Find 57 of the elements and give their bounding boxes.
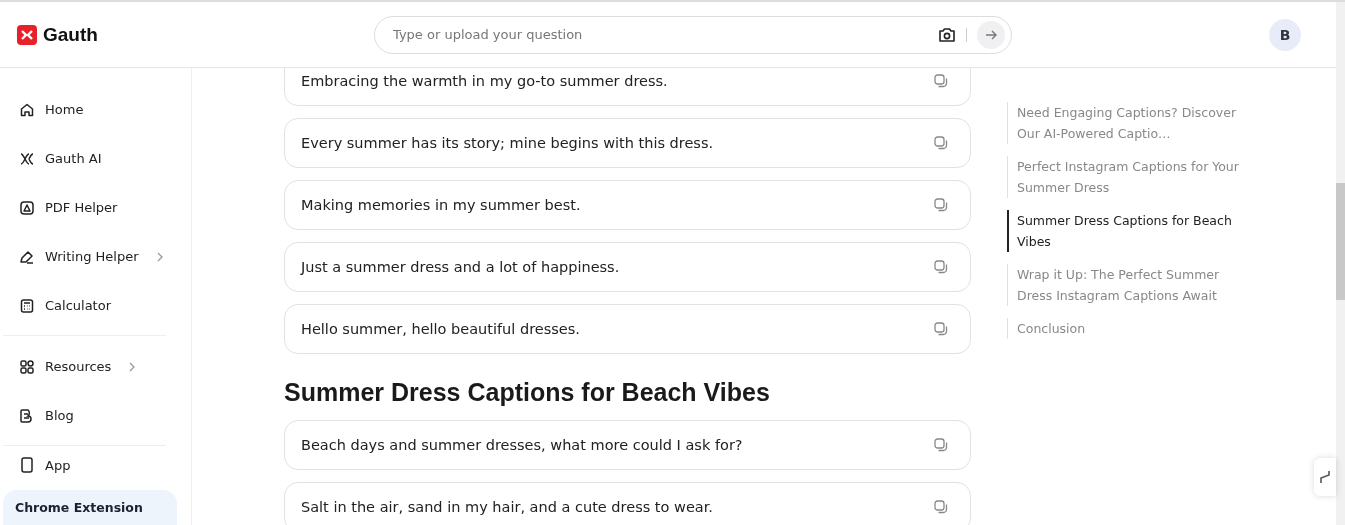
caption-text: Every summer has its story; mine begins with this dress. bbox=[301, 135, 714, 151]
nav-label: Home bbox=[45, 102, 84, 117]
submit-button[interactable] bbox=[977, 20, 1005, 49]
copy-icon[interactable] bbox=[934, 322, 948, 336]
copy-icon[interactable] bbox=[934, 500, 948, 514]
nav-label: Blog bbox=[45, 408, 74, 423]
copy-icon[interactable] bbox=[934, 260, 948, 274]
chevron-icon bbox=[129, 361, 136, 372]
nav-label: Calculator bbox=[45, 298, 111, 313]
nav-item[interactable]: Calculator bbox=[0, 281, 191, 330]
caption-text: Beach days and summer dresses, what more could I ask for? bbox=[301, 437, 743, 453]
nav-item[interactable]: PDF Helper bbox=[0, 183, 191, 232]
pen-icon bbox=[19, 248, 35, 265]
calculator-icon bbox=[19, 297, 35, 314]
blog-icon bbox=[19, 407, 35, 424]
nav-item[interactable]: Home bbox=[0, 85, 191, 134]
copy-icon[interactable] bbox=[934, 438, 948, 452]
nav-label: Writing Helper bbox=[45, 249, 139, 264]
nav-item[interactable]: App bbox=[0, 452, 191, 478]
copy-icon[interactable] bbox=[934, 198, 948, 212]
copy-icon[interactable] bbox=[934, 74, 948, 88]
nav-label: PDF Helper bbox=[45, 200, 118, 215]
chrome-extension-banner[interactable]: Chrome Extension bbox=[3, 490, 177, 525]
home-icon bbox=[19, 101, 35, 118]
copy-icon[interactable] bbox=[934, 136, 948, 150]
toc-link[interactable]: Summer Dress Captions for Beach Vibes bbox=[1007, 210, 1243, 252]
nav-item[interactable]: Writing Helper bbox=[0, 232, 191, 281]
caption-text: Just a summer dress and a lot of happiness. bbox=[301, 259, 620, 275]
floating-tool-button[interactable] bbox=[1314, 458, 1336, 496]
brand-name[interactable]: Gauth bbox=[43, 23, 98, 46]
arrow-icon bbox=[985, 28, 997, 41]
scrollbar-thumb[interactable] bbox=[1336, 183, 1345, 300]
toc-link[interactable]: Need Engaging Captions? Discover Our AI-Powered Captio… bbox=[1007, 102, 1243, 144]
toc-link[interactable]: Perfect Instagram Captions for Your Summer Dress bbox=[1007, 156, 1243, 198]
document-icon bbox=[19, 199, 35, 216]
nav-label: Resources bbox=[45, 359, 112, 374]
search-input[interactable]: Type or upload your question bbox=[391, 26, 928, 43]
caption-text: Salt in the air, sand in my hair, and a cute dress to wear. bbox=[301, 499, 713, 515]
nav-item[interactable]: Resources bbox=[0, 342, 191, 391]
avatar[interactable]: B bbox=[1269, 18, 1301, 51]
caption-text: Hello summer, hello beautiful dresses. bbox=[301, 321, 580, 337]
toc-link[interactable]: Wrap it Up: The Perfect Summer Dress Instagram Captions Await bbox=[1007, 264, 1243, 306]
caption-text: Embracing the warmth in my go-to summer dress. bbox=[301, 73, 668, 89]
nav-item[interactable]: Blog bbox=[0, 391, 191, 440]
nav-label: App bbox=[45, 457, 71, 473]
chevron-icon bbox=[156, 251, 163, 262]
caption-text: Making memories in my summer best. bbox=[301, 197, 581, 213]
phone-icon bbox=[19, 457, 35, 473]
camera-icon[interactable] bbox=[938, 26, 956, 43]
nav-item[interactable]: Gauth AI bbox=[0, 134, 191, 183]
zigzag-icon bbox=[1319, 469, 1331, 485]
logo-icon bbox=[17, 24, 37, 45]
section-heading: Summer Dress Captions for Beach Vibes bbox=[284, 378, 771, 408]
toc-link[interactable]: Conclusion bbox=[1007, 318, 1243, 339]
grid-icon bbox=[19, 358, 35, 375]
crossed-loops-icon bbox=[19, 150, 35, 167]
nav-label: Gauth AI bbox=[45, 151, 102, 166]
